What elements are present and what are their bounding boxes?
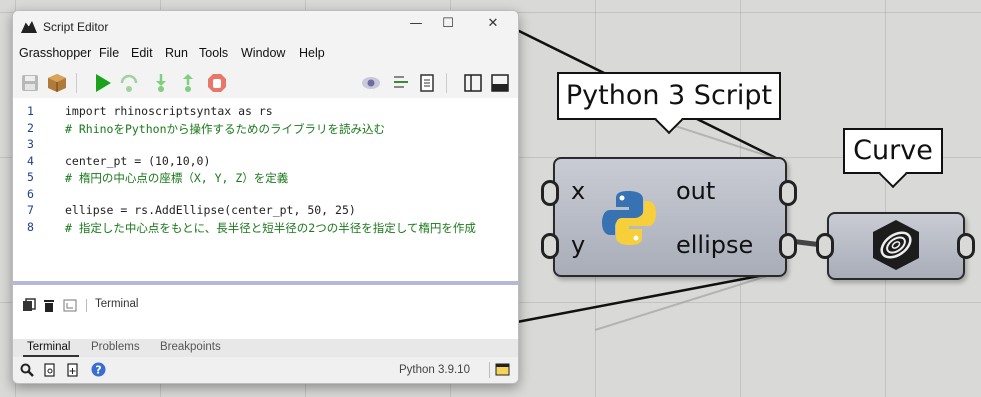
menu-file[interactable]: File xyxy=(99,46,119,60)
menu-tools[interactable]: Tools xyxy=(199,46,228,60)
step-into-icon[interactable] xyxy=(151,73,171,93)
search-icon[interactable] xyxy=(20,363,34,377)
code-text: center_pt = (10,10,0) xyxy=(65,153,211,168)
python-script-component[interactable]: x y out ellipse xyxy=(553,157,787,277)
curve-input-grip[interactable] xyxy=(816,233,834,259)
diff-icon[interactable] xyxy=(391,73,411,93)
curve-component[interactable] xyxy=(827,212,965,280)
code-comment: # RhinoをPythonから操作するためのライブラリを読み込む xyxy=(65,121,386,136)
wrap-icon[interactable] xyxy=(63,298,77,312)
toolbar xyxy=(13,65,518,100)
code-line[interactable]: 5 # 楕円の中心点の座標（X, Y, Z）を定義 xyxy=(13,170,518,186)
line-number: 8 xyxy=(27,219,34,234)
save-icon[interactable] xyxy=(20,73,40,93)
code-line[interactable]: 4 center_pt = (10,10,0) xyxy=(13,154,518,170)
copy-icon[interactable] xyxy=(22,298,36,312)
stop-icon[interactable] xyxy=(207,73,227,93)
code-comment: # 指定した中心点をもとに、長半径と短半径の2つの半径を指定して楕円を作成 xyxy=(65,220,476,235)
python-logo-icon xyxy=(602,191,656,245)
interpreter-icon[interactable] xyxy=(495,362,510,377)
tab-problems[interactable]: Problems xyxy=(91,341,140,353)
script-editor-window: Script Editor — ☐ ✕ Grasshopper File Edi… xyxy=(12,10,519,384)
package-icon[interactable] xyxy=(47,73,67,93)
new-document-icon[interactable] xyxy=(66,363,80,377)
watch-eye-icon[interactable] xyxy=(361,73,381,93)
bottom-tabs: Terminal Problems Breakpoints xyxy=(13,339,518,357)
output-out-label: out xyxy=(676,177,716,205)
code-line[interactable]: 8 # 指定した中心点をもとに、長半径と短半径の2つの半径を指定して楕円を作成 xyxy=(13,220,518,236)
document-icon[interactable] xyxy=(417,73,437,93)
menu-bar: Grasshopper File Edit Run Tools Window H… xyxy=(13,43,518,65)
run-icon[interactable] xyxy=(93,73,113,93)
terminal-label: Terminal xyxy=(95,298,139,310)
line-number: 6 xyxy=(27,186,34,201)
panel-bottom-icon[interactable] xyxy=(490,73,510,93)
input-x-label: x xyxy=(571,177,586,205)
callout-line-bottom xyxy=(516,270,781,324)
code-editor[interactable]: 1 import rhinoscriptsyntax as rs 2 # Rhinoを… xyxy=(13,98,518,281)
line-number: 3 xyxy=(27,137,34,151)
output-out-grip[interactable] xyxy=(779,180,797,206)
trash-icon[interactable] xyxy=(42,298,56,312)
toolbar-separator-2 xyxy=(446,73,447,93)
menu-help[interactable]: Help xyxy=(299,46,325,60)
curve-tooltip: Curve xyxy=(843,128,943,189)
status-bar: ? Python 3.9.10 xyxy=(13,357,518,383)
document-search-icon[interactable] xyxy=(43,363,57,377)
menu-grasshopper[interactable]: Grasshopper xyxy=(19,46,91,60)
line-number: 1 xyxy=(27,104,34,118)
menu-edit[interactable]: Edit xyxy=(131,46,153,60)
code-line[interactable]: 3 xyxy=(13,137,518,153)
menu-run[interactable]: Run xyxy=(165,46,188,60)
toolbar-separator xyxy=(76,73,77,93)
menu-window[interactable]: Window xyxy=(241,46,285,60)
code-line[interactable]: 6 xyxy=(13,187,518,203)
help-icon[interactable]: ? xyxy=(91,362,106,377)
status-separator xyxy=(489,362,490,378)
tab-terminal[interactable]: Terminal xyxy=(27,341,70,353)
input-y-label: y xyxy=(571,231,586,259)
window-title: Script Editor xyxy=(43,20,109,34)
code-text: import rhinoscriptsyntax as rs xyxy=(65,104,273,118)
python-tooltip: Python 3 Script xyxy=(557,72,781,135)
tab-breakpoints[interactable]: Breakpoints xyxy=(160,341,221,353)
minimize-button[interactable]: — xyxy=(401,16,431,31)
code-comment: # 楕円の中心点の座標（X, Y, Z）を定義 xyxy=(65,171,289,185)
close-button[interactable]: ✕ xyxy=(478,16,508,31)
svg-text:?: ? xyxy=(95,364,101,377)
maximize-button[interactable]: ☐ xyxy=(433,16,463,31)
curve-output-grip[interactable] xyxy=(957,233,975,259)
step-out-icon[interactable] xyxy=(178,73,198,93)
input-x-grip[interactable] xyxy=(541,180,559,206)
code-line[interactable]: 1 import rhinoscriptsyntax as rs xyxy=(13,104,518,120)
terminal-separator xyxy=(86,299,87,312)
grasshopper-icon xyxy=(21,21,37,33)
output-ellipse-grip[interactable] xyxy=(779,233,797,259)
python-version[interactable]: Python 3.9.10 xyxy=(399,364,470,376)
panel-left-icon[interactable] xyxy=(463,73,483,93)
title-bar[interactable]: Script Editor — ☐ ✕ xyxy=(13,11,518,43)
step-over-icon[interactable] xyxy=(119,73,139,93)
line-number: 7 xyxy=(27,203,34,217)
line-number: 5 xyxy=(27,170,34,184)
code-line[interactable]: 7 ellipse = rs.AddEllipse(center_pt, 50, … xyxy=(13,203,518,219)
line-number: 2 xyxy=(27,120,34,135)
output-ellipse-label: ellipse xyxy=(676,231,754,259)
curve-icon xyxy=(873,220,919,270)
terminal-panel[interactable]: Terminal xyxy=(13,285,518,339)
code-text: ellipse = rs.AddEllipse(center_pt, 50, 2… xyxy=(65,203,356,217)
line-number: 4 xyxy=(27,153,34,168)
input-y-grip[interactable] xyxy=(541,233,559,259)
code-line[interactable]: 2 # RhinoをPythonから操作するためのライブラリを読み込む xyxy=(13,121,518,137)
